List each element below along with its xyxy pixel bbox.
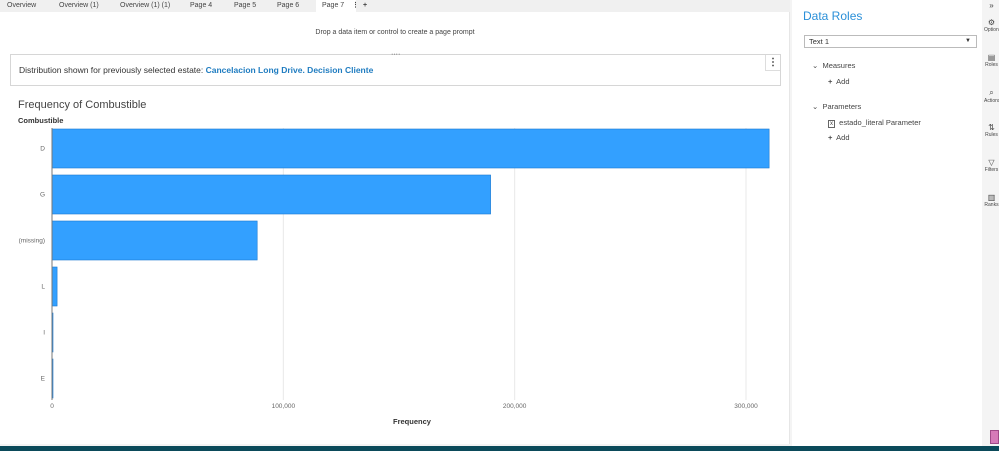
bar-D bbox=[51, 128, 770, 169]
object-select[interactable]: Text 1 ▼ bbox=[804, 35, 977, 48]
rail-label: Filters bbox=[984, 167, 999, 173]
y-tick-label: (missing) bbox=[19, 238, 45, 245]
parameters-label: Parameters bbox=[822, 102, 862, 111]
rail-roles[interactable]: ▤ Roles bbox=[984, 53, 999, 68]
rail-label: Options bbox=[984, 27, 999, 33]
add-parameter-button[interactable]: + Add bbox=[828, 133, 850, 142]
bar-L bbox=[51, 266, 58, 307]
taskbar bbox=[0, 446, 999, 451]
rail-label: Ranks bbox=[984, 202, 999, 208]
chevron-down-icon: ⌄ bbox=[812, 102, 819, 111]
chevron-down-icon: ⌄ bbox=[812, 61, 819, 70]
dropdown-arrow-icon: ▼ bbox=[965, 38, 971, 44]
tab-page-4[interactable]: Page 4 bbox=[190, 0, 212, 12]
measures-section-toggle[interactable]: ⌄ Measures bbox=[812, 61, 855, 70]
bar-missing bbox=[51, 220, 258, 261]
add-label: Add bbox=[836, 133, 850, 142]
y-tick-label: E bbox=[41, 376, 46, 383]
right-rail: » ⚙Options▤Roles⌕Actions⇅Rules▽Filters▥R… bbox=[984, 0, 999, 446]
text-content: Distribution shown for previously select… bbox=[19, 65, 373, 75]
collapse-panel-button[interactable]: » bbox=[984, 1, 999, 10]
rail-filters[interactable]: ▽ Filters bbox=[984, 158, 999, 173]
parameter-icon: x bbox=[828, 120, 835, 128]
parameter-item[interactable]: x estado_literal Parameter bbox=[828, 118, 921, 128]
roles-icon: ▤ bbox=[987, 53, 996, 62]
options-icon: ⚙ bbox=[987, 18, 996, 27]
panel-title: Data Roles bbox=[803, 9, 863, 23]
x-tick-label: 300,000 bbox=[734, 403, 758, 410]
plus-icon: + bbox=[828, 77, 833, 86]
x-tick-label: 200,000 bbox=[503, 403, 527, 410]
text-prefix: Distribution shown for previously select… bbox=[19, 65, 206, 75]
select-value: Text 1 bbox=[809, 37, 830, 46]
bar-chart: 0 100,000 200,000 300,000 D G (missing) L I E bbox=[19, 128, 770, 410]
rail-label: Rules bbox=[985, 132, 998, 138]
rail-label: Actions bbox=[984, 98, 999, 104]
rail-actions[interactable]: ⌕ Actions bbox=[984, 88, 999, 104]
page-prompt-dropzone[interactable]: Drop a data item or control to create a … bbox=[0, 29, 790, 36]
rail-options[interactable]: ⚙Options bbox=[984, 18, 999, 33]
x-axis-label: Frequency bbox=[393, 417, 431, 426]
selected-estate: Cancelacion Long Drive. Decision Cliente bbox=[205, 65, 374, 75]
data-roles-panel: Data Roles Text 1 ▼ ⌄ Measures + Add ⌄ Pa… bbox=[792, 0, 982, 446]
tab-page-7[interactable]: Page 7 bbox=[316, 0, 356, 12]
ranks-icon: ▥ bbox=[987, 193, 996, 202]
x-tick-label: 0 bbox=[50, 403, 54, 410]
parameters-section-toggle[interactable]: ⌄ Parameters bbox=[812, 102, 861, 111]
plus-icon: + bbox=[828, 133, 833, 142]
measures-label: Measures bbox=[822, 61, 856, 70]
rail-rules[interactable]: ⇅ Rules bbox=[984, 123, 999, 138]
y-axis-label: Combustible bbox=[18, 116, 64, 125]
add-measure-button[interactable]: + Add bbox=[828, 77, 850, 86]
y-tick-label: L bbox=[41, 284, 45, 291]
rules-icon: ⇅ bbox=[988, 123, 995, 132]
object-menu-button[interactable]: ⋮ bbox=[765, 55, 780, 71]
rail-ranks[interactable]: ▥ Ranks bbox=[984, 193, 999, 208]
report-canvas: Drop a data item or control to create a … bbox=[0, 12, 790, 444]
actions-icon: ⌕ bbox=[989, 88, 994, 97]
y-tick-label: D bbox=[40, 146, 45, 153]
drag-grip-icon[interactable]: ···· bbox=[391, 51, 400, 58]
tab-overview[interactable]: Overview bbox=[7, 0, 36, 12]
add-label: Add bbox=[836, 77, 850, 86]
page-tabs: Overview Overview (1) Overview (1) (1) Page… bbox=[0, 0, 790, 12]
tab-page-6[interactable]: Page 6 bbox=[277, 0, 299, 12]
filters-icon: ▽ bbox=[988, 158, 995, 167]
y-tick-label: I bbox=[43, 330, 45, 337]
tab-overview-1-[interactable]: Overview (1) bbox=[59, 0, 99, 12]
parameter-name: estado_literal Parameter bbox=[839, 118, 921, 127]
bar-G bbox=[51, 174, 491, 215]
chart-title: Frequency of Combustible bbox=[18, 99, 147, 111]
add-page-button[interactable]: + bbox=[363, 0, 367, 12]
y-tick-label: G bbox=[40, 192, 45, 199]
text-object[interactable]: ···· Distribution shown for previously s… bbox=[10, 51, 781, 86]
x-tick-label: 100,000 bbox=[272, 403, 296, 410]
tab-overview-1-1-[interactable]: Overview (1) (1) bbox=[120, 0, 170, 12]
app-status-icon[interactable] bbox=[990, 430, 999, 444]
rail-label: Roles bbox=[985, 62, 998, 68]
tab-menu-icon[interactable]: ⋮ bbox=[352, 0, 359, 12]
tab-page-5[interactable]: Page 5 bbox=[234, 0, 256, 12]
